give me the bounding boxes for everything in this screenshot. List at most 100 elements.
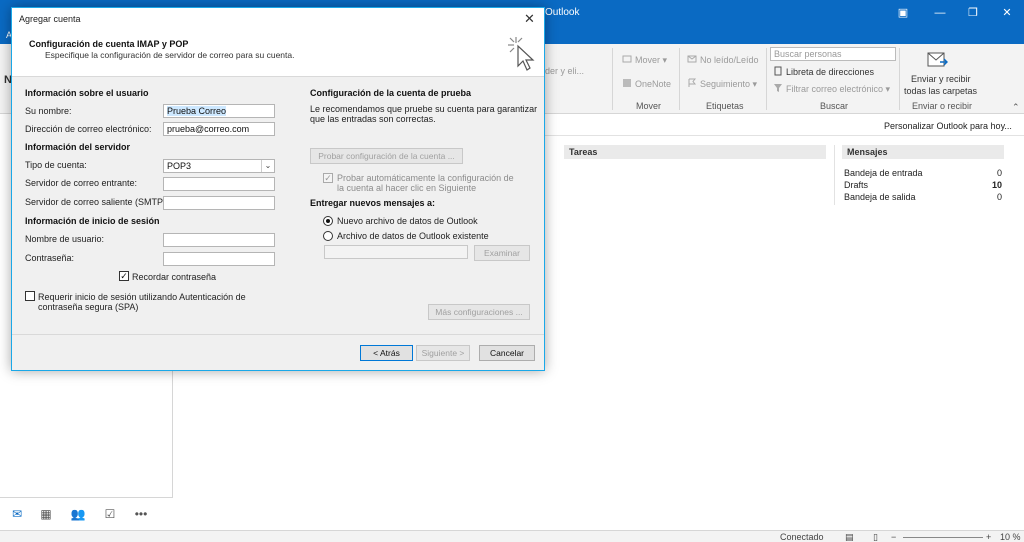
responder-eliminar-truncated[interactable]: nder y eli... xyxy=(540,66,584,76)
account-type-select[interactable]: POP3 ⌄ xyxy=(163,159,275,173)
zoom-level[interactable]: 10 % xyxy=(1000,532,1021,542)
onenote-button[interactable]: OneNote xyxy=(622,78,671,89)
username-field[interactable] xyxy=(163,233,275,247)
mensaje-name: Bandeja de entrada xyxy=(844,168,923,178)
zoom-slider[interactable] xyxy=(903,537,983,538)
cancel-button[interactable]: Cancelar xyxy=(479,345,535,361)
outgoing-server-field[interactable] xyxy=(163,196,275,210)
name-field[interactable]: Prueba Correo xyxy=(163,104,275,118)
collapse-ribbon-icon[interactable]: ⌃ xyxy=(1012,102,1020,113)
close-window-icon[interactable]: ✕ xyxy=(997,4,1017,22)
divider xyxy=(834,145,835,205)
ribbon-display-options-icon[interactable]: ▣ xyxy=(893,4,913,22)
spa-label-line2: contraseña segura (SPA) xyxy=(38,302,139,312)
auto-test-label-line2: la cuenta al hacer clic en Siguiente xyxy=(337,183,477,193)
dialog-title: Agregar cuenta xyxy=(19,14,81,24)
noleido-leido-button[interactable]: No leído/Leído xyxy=(687,54,759,65)
minimize-icon[interactable]: — xyxy=(930,4,950,22)
password-label: Contraseña: xyxy=(25,253,75,263)
user-info-heading: Información sobre el usuario xyxy=(25,88,149,98)
mensaje-row-drafts[interactable]: Drafts 10 xyxy=(844,180,1002,192)
more-settings-button[interactable]: Más configuraciones ... xyxy=(428,304,530,320)
normal-view-icon[interactable]: ▤ xyxy=(845,532,854,542)
email-label: Dirección de correo electrónico: xyxy=(25,124,152,134)
new-data-file-label: Nuevo archivo de datos de Outlook xyxy=(337,216,478,226)
test-desc-line2: que las entradas son correctas. xyxy=(310,114,436,124)
deliver-messages-heading: Entregar nuevos mensajes a: xyxy=(310,198,436,208)
username-label: Nombre de usuario: xyxy=(25,234,105,244)
filtrar-correo-button[interactable]: Filtrar correo electrónico ▾ xyxy=(773,83,890,95)
mensaje-row-outbox[interactable]: Bandeja de salida 0 xyxy=(844,192,1002,204)
ribbon-separator xyxy=(899,48,900,110)
dialog-header-subtitle: Especifique la configuración de servidor… xyxy=(45,50,295,60)
outgoing-server-label: Servidor de correo saliente (SMTP): xyxy=(25,197,169,207)
existing-data-file-radio[interactable] xyxy=(323,231,333,241)
spa-label-line1: Requerir inicio de sesión utilizando Aut… xyxy=(38,292,246,302)
name-label: Su nombre: xyxy=(25,106,72,116)
restore-icon[interactable]: ❐ xyxy=(963,4,983,22)
mail-icon[interactable]: ✉ xyxy=(9,506,25,522)
agregar-cuenta-dialog: Agregar cuenta ✕ Configuración de cuenta… xyxy=(11,7,545,371)
search-people-input[interactable]: Buscar personas xyxy=(770,47,896,61)
more-icon[interactable]: ••• xyxy=(133,506,149,522)
mensaje-count: 10 xyxy=(991,180,1002,190)
libreta-direcciones-button[interactable]: Libreta de direcciones xyxy=(773,66,874,77)
filtrar-label: Filtrar correo electrónico xyxy=(786,84,884,94)
mensajes-title: Mensajes xyxy=(842,145,1004,159)
dialog-footer-divider xyxy=(12,334,544,335)
password-field[interactable] xyxy=(163,252,275,266)
zoom-in-icon[interactable]: + xyxy=(986,532,991,542)
seguimiento-button[interactable]: Seguimiento ▾ xyxy=(687,78,757,90)
zoom-out-icon[interactable]: − xyxy=(891,532,896,542)
name-value: Prueba Correo xyxy=(167,106,227,116)
tasks-icon[interactable]: ☑ xyxy=(102,506,118,522)
spa-checkbox[interactable] xyxy=(25,291,35,301)
app-title: Outlook xyxy=(545,7,580,18)
dialog-header-title: Configuración de cuenta IMAP y POP xyxy=(29,39,189,49)
mensaje-row-inbox[interactable]: Bandeja de entrada 0 xyxy=(844,168,1002,180)
email-field[interactable]: prueba@correo.com xyxy=(163,122,275,136)
existing-data-file-label: Archivo de datos de Outlook existente xyxy=(337,231,489,241)
enviar-recibir-label-1[interactable]: Enviar y recibir xyxy=(911,74,971,84)
remember-password-checkbox[interactable]: ✓ xyxy=(119,271,129,281)
remember-password-label: Recordar contraseña xyxy=(132,272,217,282)
auto-test-checkbox[interactable]: ✓ xyxy=(323,173,333,183)
incoming-server-field[interactable] xyxy=(163,177,275,191)
test-settings-heading: Configuración de la cuenta de prueba xyxy=(310,88,472,98)
calendar-icon[interactable]: ▦ xyxy=(38,506,54,522)
new-data-file-radio[interactable] xyxy=(323,216,333,226)
onenote-icon xyxy=(623,79,631,87)
next-button[interactable]: Siguiente > xyxy=(416,345,470,361)
group-enviar-recibir: Enviar o recibir xyxy=(912,101,973,111)
test-account-button[interactable]: Probar configuración de la cuenta ... xyxy=(310,148,463,164)
server-info-heading: Información del servidor xyxy=(25,142,131,152)
ribbon-separator xyxy=(766,48,767,110)
auto-test-label-line1: Probar automáticamente la configuración … xyxy=(337,173,514,183)
ribbon-separator xyxy=(679,48,680,110)
mensaje-count: 0 xyxy=(996,192,1002,202)
noleido-label: No leído/Leído xyxy=(700,55,759,65)
login-info-heading: Información de inicio de sesión xyxy=(25,216,160,226)
people-icon[interactable]: 👥 xyxy=(70,506,86,522)
close-icon[interactable]: ✕ xyxy=(524,11,535,27)
tareas-title: Tareas xyxy=(564,145,826,159)
data-file-path-field[interactable] xyxy=(324,245,468,259)
send-receive-icon[interactable] xyxy=(925,50,949,70)
mensaje-name: Bandeja de salida xyxy=(844,192,916,202)
group-mover: Mover xyxy=(636,101,662,111)
ribbon-separator xyxy=(612,48,613,110)
test-desc-line1: Le recomendamos que pruebe su cuenta par… xyxy=(310,104,538,114)
chevron-down-icon[interactable]: ⌄ xyxy=(261,160,274,172)
libreta-label: Libreta de direcciones xyxy=(786,67,875,77)
group-etiquetas: Etiquetas xyxy=(706,101,744,111)
reading-view-icon[interactable]: ▯ xyxy=(873,532,878,542)
enviar-recibir-label-2[interactable]: todas las carpetas xyxy=(904,86,977,96)
customize-outlook-link[interactable]: Personalizar Outlook para hoy... xyxy=(884,121,1012,131)
examinar-button[interactable]: Examinar xyxy=(474,245,530,261)
dialog-title-bar: Agregar cuenta ✕ xyxy=(12,8,544,30)
mensaje-count: 0 xyxy=(996,168,1002,178)
account-type-value: POP3 xyxy=(167,161,192,171)
back-button[interactable]: < Atrás xyxy=(360,345,413,361)
mensaje-name: Drafts xyxy=(844,180,869,190)
mover-button[interactable]: Mover ▾ xyxy=(622,54,667,66)
